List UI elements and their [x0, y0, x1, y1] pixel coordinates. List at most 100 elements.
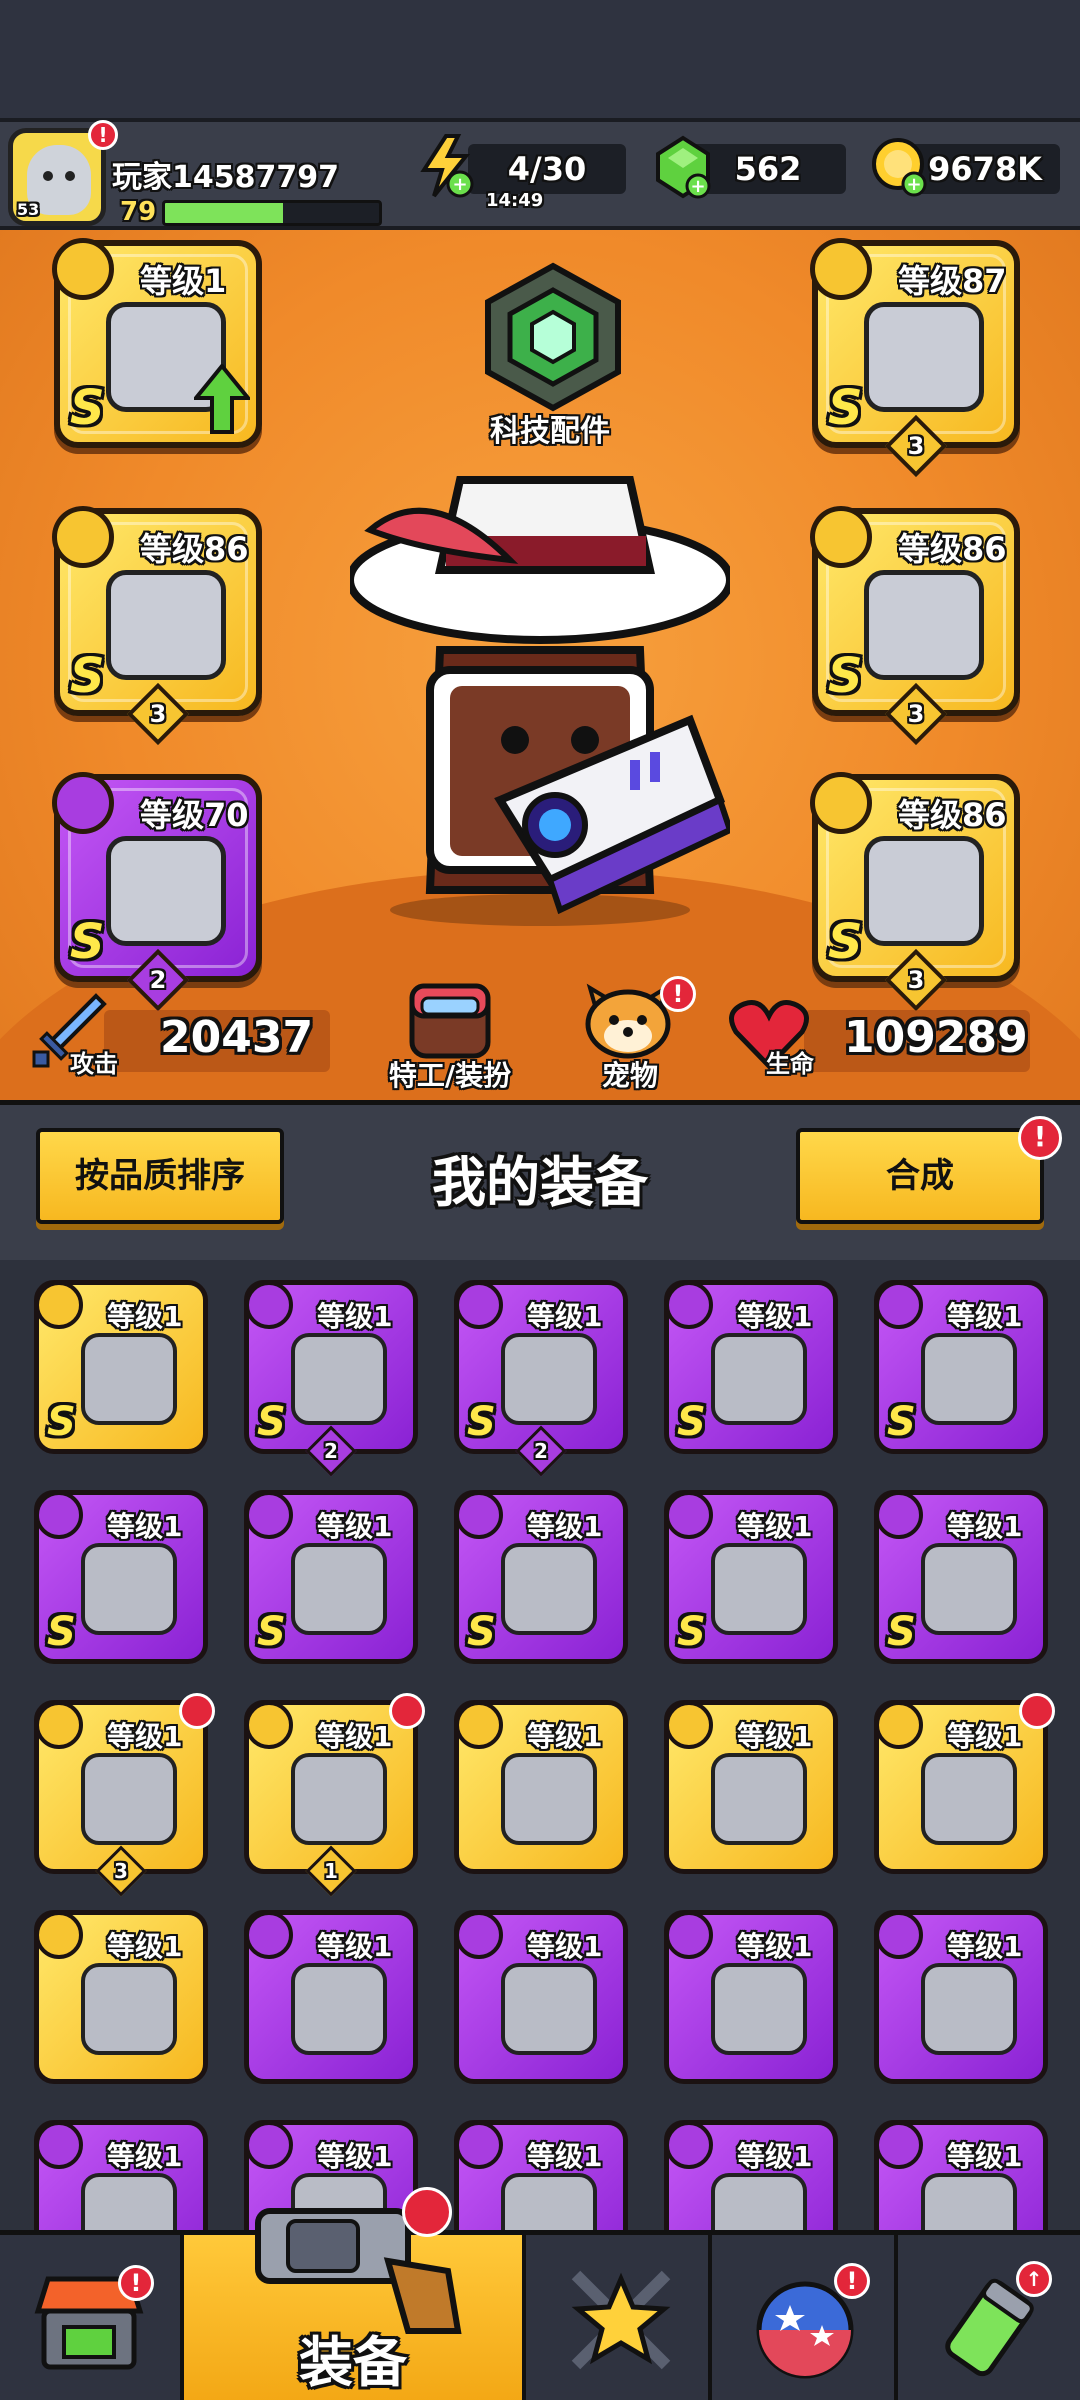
slot-stars: 3 — [149, 700, 167, 728]
nav-collection[interactable]: ! — [712, 2235, 898, 2400]
agent-skin-label: 特工/装扮 — [388, 1059, 512, 1092]
game-screen: 53 ! 玩家14587797 79 4/30 14:49 + 562 + 96… — [0, 0, 1080, 2400]
inventory-item[interactable]: 等级1 S — [34, 1490, 208, 1664]
armor-icon — [291, 1333, 387, 1425]
shotgun-icon — [501, 1963, 597, 2055]
svg-text:+: + — [452, 174, 467, 195]
item-star-badge: 2 — [515, 1425, 567, 1477]
item-level: 等级1 — [527, 1510, 603, 1543]
necklace-icon — [711, 2173, 807, 2230]
inventory-item[interactable]: 等级1 S — [664, 1280, 838, 1454]
equipped-slot[interactable]: 等级86 S 3 — [810, 772, 1020, 1012]
nav-lab[interactable]: ↑ — [898, 2235, 1080, 2400]
item-type-icon — [875, 2121, 923, 2169]
boot-icon — [81, 1963, 177, 2055]
shop-alert-icon: ! — [118, 2265, 154, 2301]
item-type-icon — [875, 1281, 923, 1329]
item-type-icon — [455, 2121, 503, 2169]
item-type-icon — [875, 1701, 923, 1749]
item-stars: 2 — [324, 1439, 338, 1463]
inventory-item[interactable]: 等级1 — [874, 1693, 1055, 1874]
inventory-item[interactable]: 等级1 S 2 — [244, 1280, 418, 1477]
energy-box[interactable]: 4/30 — [468, 144, 626, 194]
item-type-icon — [35, 2121, 83, 2169]
armor-icon — [501, 2173, 597, 2230]
inventory-item[interactable]: 等级1 — [454, 2120, 628, 2230]
slot-level: 等级87 — [898, 262, 1007, 300]
item-level: 等级1 — [947, 1930, 1023, 1963]
item-level: 等级1 — [947, 2140, 1023, 2173]
agent-skin-icon[interactable] — [402, 980, 498, 1060]
item-type-icon — [875, 1911, 923, 1959]
item-level: 等级1 — [947, 1720, 1023, 1753]
inventory-item[interactable]: 等级1 S — [874, 1280, 1048, 1454]
avatar-alert-icon: ! — [88, 120, 118, 150]
inventory-item[interactable]: 等级1 — [244, 1910, 418, 2084]
inventory-item[interactable]: 等级1 S — [244, 1490, 418, 1664]
item-type-icon — [665, 2121, 713, 2169]
equipped-slot[interactable]: 等级86 S 3 — [810, 506, 1020, 746]
inventory-item[interactable]: 等级1 S — [34, 1280, 208, 1454]
gem-icon: + — [656, 135, 711, 199]
equipped-slot[interactable]: 等级1 S — [52, 238, 262, 448]
slot-grade: S — [70, 380, 105, 436]
inventory-item[interactable]: 等级1 — [664, 2120, 838, 2230]
belt-icon — [864, 570, 984, 680]
slot-level: 等级86 — [140, 530, 249, 568]
inventory-item[interactable]: 等级1 3 — [34, 1693, 215, 1897]
inventory-item[interactable]: 等级1 — [664, 1910, 838, 2084]
slot-type-icon — [52, 506, 114, 568]
item-grade: S — [47, 1399, 76, 1445]
inventory-item[interactable]: 等级1 — [874, 2120, 1048, 2230]
merge-button[interactable]: 合成 — [796, 1128, 1044, 1224]
hero-character[interactable] — [350, 470, 730, 930]
inventory-item[interactable]: 等级1 — [34, 2120, 208, 2230]
item-grade: S — [467, 1609, 496, 1655]
equipped-slot[interactable]: 等级70 S 2 — [52, 772, 262, 1012]
necklace-icon — [921, 2173, 1017, 2230]
pet-alert-icon: ! — [660, 976, 696, 1012]
item-type-icon — [35, 1911, 83, 1959]
equipped-slot[interactable]: 等级86 S 3 — [52, 506, 262, 746]
tech-parts-icon[interactable] — [478, 262, 628, 412]
inventory-item[interactable]: 等级1 S — [664, 1490, 838, 1664]
equipped-slot[interactable]: 等级87 S 3 — [810, 238, 1020, 478]
inventory-item[interactable]: 等级1 S — [874, 1490, 1048, 1664]
inventory-item[interactable]: 等级1 S — [454, 1490, 628, 1664]
item-level: 等级1 — [317, 1510, 393, 1543]
glove-icon — [501, 1333, 597, 1425]
item-type-icon — [455, 1491, 503, 1539]
inventory-item[interactable]: 等级1 — [454, 1700, 628, 1874]
item-grade: S — [257, 1399, 286, 1445]
inventory-item[interactable]: 等级1 — [664, 1700, 838, 1874]
sort-by-quality-button[interactable]: 按品质排序 — [36, 1128, 284, 1224]
bottom-nav: ! 装备 ! ↑ — [0, 2187, 1080, 2400]
slot-grade: S — [70, 914, 105, 970]
necklace-icon — [291, 1543, 387, 1635]
slot-type-icon — [810, 238, 872, 300]
kunai-icon — [501, 1753, 597, 1845]
item-type-icon — [665, 1281, 713, 1329]
inventory-item[interactable]: 等级1 — [34, 1910, 208, 2084]
inventory-item[interactable]: 等级1 — [454, 1910, 628, 2084]
blaster-icon — [921, 1333, 1017, 1425]
armor-icon — [864, 302, 984, 412]
nav-battle[interactable] — [526, 2235, 712, 2400]
nav-shop[interactable]: ! — [0, 2235, 184, 2400]
svg-text:+: + — [906, 174, 921, 195]
coins-box[interactable]: 9678K — [910, 144, 1060, 194]
merge-alert-icon: ! — [1018, 1116, 1062, 1160]
item-level: 等级1 — [317, 1930, 393, 1963]
lightning-icon: + — [420, 134, 474, 198]
slot-level: 等级70 — [140, 796, 249, 834]
inventory-item[interactable]: 等级1 — [874, 1910, 1048, 2084]
bat-icon — [711, 1963, 807, 2055]
item-type-icon — [875, 1491, 923, 1539]
item-level: 等级1 — [107, 1300, 183, 1333]
inventory-item[interactable]: 等级1 S 2 — [454, 1280, 628, 1477]
item-level: 等级1 — [527, 1930, 603, 1963]
glove-icon — [106, 836, 226, 946]
inventory-item[interactable]: 等级1 1 — [244, 1693, 425, 1897]
item-level: 等级1 — [737, 2140, 813, 2173]
armor-icon — [81, 1333, 177, 1425]
